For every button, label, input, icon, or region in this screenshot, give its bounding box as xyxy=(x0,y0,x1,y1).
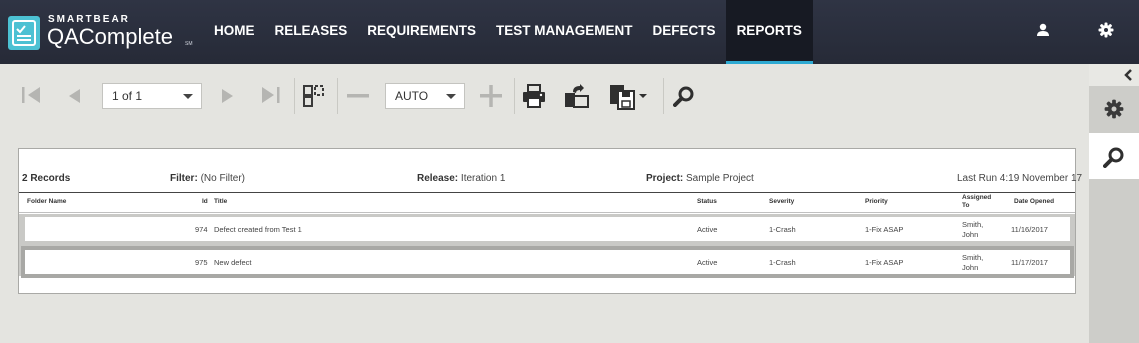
nav-home[interactable]: HOME xyxy=(204,0,265,64)
column-header-priority: Priority xyxy=(865,198,888,205)
table-row[interactable]: 974 Defect created from Test 1 Active 1-… xyxy=(25,217,1070,241)
user-icon[interactable] xyxy=(1035,22,1053,40)
report-summary: 2 Records Filter: (No Filter) Release: I… xyxy=(19,149,1082,193)
header-divider xyxy=(19,212,1075,213)
export-icon[interactable] xyxy=(564,84,590,120)
toolbar-divider xyxy=(294,78,295,114)
column-header-status: Status xyxy=(697,198,717,205)
collapse-chevron-icon xyxy=(1124,69,1132,81)
side-panel-collapse[interactable] xyxy=(1089,64,1139,86)
logo-service-mark: SM xyxy=(185,41,193,47)
zoom-in-icon[interactable] xyxy=(480,85,502,121)
record-count: 2 Records xyxy=(22,173,71,184)
chevron-down-icon xyxy=(446,94,456,99)
zoom-out-icon[interactable] xyxy=(347,94,369,130)
logo-checklist-icon xyxy=(8,16,40,50)
gear-icon[interactable] xyxy=(1098,22,1116,40)
nav-requirements[interactable]: REQUIREMENTS xyxy=(357,0,486,64)
column-header-id: Id xyxy=(202,198,208,205)
project-summary: Project: Sample Project xyxy=(646,173,754,184)
main-nav: HOME RELEASES REQUIREMENTS TEST MANAGEME… xyxy=(204,0,813,64)
cell-title: New defect xyxy=(214,258,252,267)
table-row[interactable]: 975 New defect Active 1-Crash 1-Fix ASAP… xyxy=(21,246,1074,278)
cell-severity: 1-Crash xyxy=(769,258,796,267)
previous-page-icon[interactable] xyxy=(66,87,82,123)
filter-summary: Filter: (No Filter) xyxy=(170,173,246,184)
toolbar-divider xyxy=(337,78,338,114)
cell-assigned: Smith, John xyxy=(962,253,984,272)
qacomplete-logo[interactable]: SMARTBEAR QAComplete SM xyxy=(8,12,193,54)
report-page: 2 Records Filter: (No Filter) Release: I… xyxy=(18,148,1082,294)
chevron-down-icon xyxy=(183,94,193,99)
last-run: Last Run 4:19 November 17 xyxy=(957,173,1083,184)
column-header-assigned: Assigned To xyxy=(962,194,992,209)
cell-id: 974 xyxy=(195,225,208,234)
last-page-icon[interactable] xyxy=(260,85,282,121)
save-dropdown-icon[interactable] xyxy=(609,84,649,120)
nav-defects[interactable]: DEFECTS xyxy=(643,0,726,64)
side-panel-settings[interactable] xyxy=(1089,86,1139,132)
column-header-folder: Folder Name xyxy=(27,198,67,205)
print-icon[interactable] xyxy=(522,84,546,120)
cell-id: 975 xyxy=(195,258,208,267)
gear-icon xyxy=(1104,99,1124,119)
cell-date: 11/17/2017 xyxy=(1011,258,1048,267)
next-page-icon[interactable] xyxy=(220,87,236,123)
page-select[interactable]: 1 of 1 xyxy=(102,83,202,109)
search-icon[interactable] xyxy=(673,85,695,121)
cell-title: Defect created from Test 1 xyxy=(214,225,302,234)
cell-priority: 1-Fix ASAP xyxy=(865,258,904,267)
side-panel-search[interactable] xyxy=(1089,133,1139,179)
toggle-pages-icon[interactable] xyxy=(302,84,326,120)
release-summary: Release: Iteration 1 xyxy=(417,173,506,184)
nav-test-management[interactable]: TEST MANAGEMENT xyxy=(486,0,643,64)
cell-severity: 1-Crash xyxy=(769,225,796,234)
page-select-value: 1 of 1 xyxy=(112,89,143,103)
first-page-icon[interactable] xyxy=(20,85,42,121)
zoom-select[interactable]: AUTO xyxy=(385,83,465,109)
column-header-date: Date Opened xyxy=(1014,198,1055,205)
column-header-title: Title xyxy=(214,198,228,205)
search-icon xyxy=(1103,147,1124,168)
column-header-severity: Severity xyxy=(769,198,795,205)
toolbar-divider xyxy=(663,78,664,114)
nav-releases[interactable]: RELEASES xyxy=(265,0,358,64)
cell-assigned: Smith, John xyxy=(962,220,984,239)
zoom-select-value: AUTO xyxy=(395,89,429,103)
cell-status: Active xyxy=(697,258,718,267)
cell-status: Active xyxy=(697,225,718,234)
nav-reports[interactable]: REPORTS xyxy=(725,0,813,64)
cell-date: 11/16/2017 xyxy=(1011,225,1048,234)
cell-priority: 1-Fix ASAP xyxy=(865,225,904,234)
logo-product-name: QAComplete xyxy=(47,24,173,49)
toolbar-divider xyxy=(514,78,515,114)
summary-divider xyxy=(19,192,1075,193)
top-navigation-bar: SMARTBEAR QAComplete SM HOME RELEASES RE… xyxy=(0,0,1139,64)
